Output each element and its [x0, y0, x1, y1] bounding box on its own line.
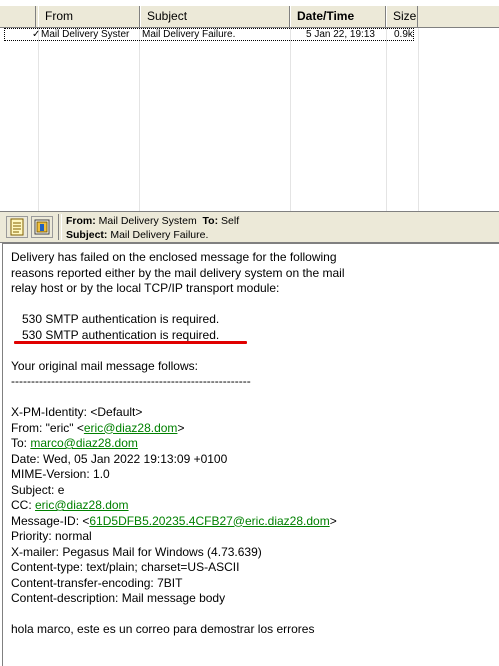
column-header-date[interactable]: Date/Time	[290, 6, 386, 27]
header-subject-line: Subject: Mail Delivery Failure.	[66, 229, 208, 242]
message-text: hola marco, este es un correo para demos…	[11, 622, 315, 636]
column-divider	[386, 28, 387, 211]
column-header-from[interactable]: From	[38, 6, 140, 27]
header-to: To: marco@diaz28.dom	[11, 436, 491, 452]
cc-email-link[interactable]: eric@diaz28.dom	[35, 498, 129, 512]
header-subject-value: Mail Delivery Failure.	[110, 229, 209, 241]
header-description: Content-description: Mail message body	[11, 591, 226, 605]
column-header-subject[interactable]: Subject	[140, 6, 290, 27]
attachment-view-button[interactable]	[31, 216, 53, 238]
body-line: reasons reported either by the mail deli…	[11, 265, 345, 280]
msgid-prefix: Message-ID: <	[11, 513, 90, 528]
separator-line: ----------------------------------------…	[11, 374, 251, 388]
body-line: Your original mail message follows:	[11, 358, 198, 373]
message-body-pane[interactable]: Delivery has failed on the enclosed mess…	[2, 243, 499, 666]
column-divider	[139, 28, 140, 211]
column-divider	[38, 28, 39, 211]
message-header-bar: From: Mail Delivery System To: Self Subj…	[0, 211, 499, 243]
from-suffix: >	[177, 420, 185, 435]
column-header-size[interactable]: Size	[386, 6, 418, 27]
to-email-link[interactable]: marco@diaz28.dom	[30, 436, 138, 450]
read-check-icon: ✓	[32, 29, 40, 40]
header-from-label: From:	[66, 215, 96, 227]
header-cc: CC: eric@diaz28.dom	[11, 498, 491, 514]
header-mime: MIME-Version: 1.0	[11, 467, 110, 481]
header-bar-divider	[58, 214, 62, 240]
column-divider	[290, 28, 291, 211]
message-list[interactable]: From Subject Date/Time Size ✓ Mail Deliv…	[0, 0, 499, 211]
header-content-type: Content-type: text/plain; charset=US-ASC…	[11, 560, 240, 574]
header-encoding: Content-transfer-encoding: 7BIT	[11, 575, 183, 590]
header-subject-label: Subject:	[66, 229, 108, 241]
header-from-value: Mail Delivery System	[98, 215, 197, 227]
header-from-line: From: Mail Delivery System To: Self	[66, 215, 239, 228]
header-mailer: X-mailer: Pegasus Mail for Windows (4.73…	[11, 544, 262, 559]
header-identity: X-PM-Identity: <Default>	[11, 405, 143, 419]
error-line: 530 SMTP authentication is required.	[22, 312, 220, 326]
header-subject: Subject: e	[11, 482, 65, 497]
header-to-label: To:	[202, 215, 219, 227]
row-date: 5 Jan 22, 19:13	[306, 29, 375, 40]
column-header-status[interactable]	[0, 6, 36, 27]
header-date: Date: Wed, 05 Jan 2022 19:13:09 +0100	[11, 451, 228, 466]
list-column-header: From Subject Date/Time Size	[0, 6, 499, 28]
notepad-button[interactable]	[6, 216, 28, 238]
message-body-text: Delivery has failed on the enclosed mess…	[11, 250, 491, 638]
header-to-value: Self	[221, 215, 240, 227]
message-id-link[interactable]: 61D5DFB5.20235.4CFB27@eric.diaz28.dom	[89, 514, 329, 528]
to-prefix: To:	[11, 436, 31, 450]
header-from: From: "eric" <eric@diaz28.dom>	[11, 421, 491, 437]
msgid-suffix: >	[329, 513, 337, 528]
row-size: 0.9k	[394, 29, 413, 40]
notepad-icon	[10, 218, 24, 236]
header-message-id: Message-ID: <61D5DFB5.20235.4CFB27@eric.…	[11, 514, 491, 530]
row-subject: Mail Delivery Failure.	[142, 29, 236, 40]
from-prefix: From: "eric" <	[11, 420, 84, 435]
body-line: Delivery has failed on the enclosed mess…	[11, 250, 337, 264]
cc-prefix: CC:	[11, 498, 35, 512]
header-priority: Priority: normal	[11, 529, 92, 543]
row-from: Mail Delivery Syster	[41, 29, 130, 40]
attachment-view-icon	[34, 219, 50, 235]
body-line: relay host or by the local TCP/IP transp…	[11, 281, 280, 295]
table-row[interactable]: ✓ Mail Delivery Syster Mail Delivery Fai…	[4, 28, 499, 41]
column-divider	[418, 28, 419, 211]
from-email-link[interactable]: eric@diaz28.dom	[84, 421, 178, 435]
red-annotation-underline	[14, 341, 247, 344]
